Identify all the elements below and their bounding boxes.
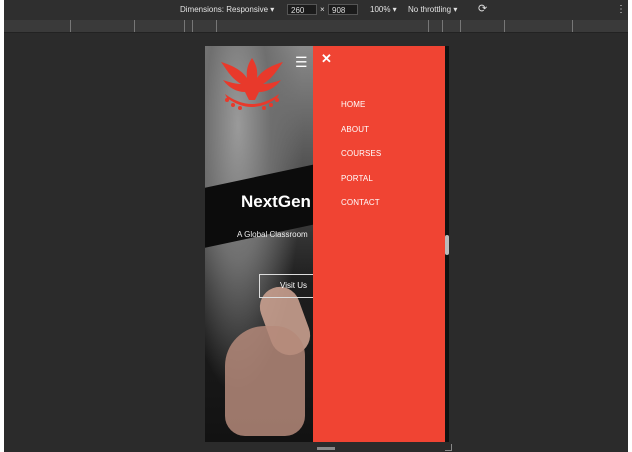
ruler-tick [460, 20, 461, 32]
bottom-resize-handle[interactable] [317, 447, 335, 450]
phoenix-logo-icon[interactable] [215, 50, 289, 114]
device-toolbar: Dimensions: Responsive ▾ 260 × 908 100% … [4, 0, 628, 20]
ruler-tick [428, 20, 429, 32]
ruler-tick [216, 20, 217, 32]
nav-list: HOME ABOUT COURSES PORTAL CONTACT [341, 100, 381, 223]
throttling-dropdown[interactable]: No throttling ▾ [408, 5, 457, 14]
ruler-tick [70, 20, 71, 32]
hero-section: ☰ NextGen A Global Classroom Visit Us [205, 46, 329, 442]
width-input[interactable]: 260 [287, 4, 317, 15]
zoom-dropdown[interactable]: 100% ▾ [370, 5, 397, 14]
side-resize-handle[interactable] [445, 235, 449, 255]
dimensions-dropdown[interactable]: Dimensions: Responsive ▾ [180, 5, 274, 14]
device-viewport: ☰ NextGen A Global Classroom Visit Us ✕ … [205, 46, 449, 442]
hero-title: NextGen [241, 192, 311, 211]
ruler-tick [134, 20, 135, 32]
more-options-icon[interactable]: ⋮ [616, 4, 626, 16]
rotate-icon[interactable]: ⟳ [478, 3, 490, 15]
ruler-tick [184, 20, 185, 32]
nav-item-courses[interactable]: COURSES [341, 149, 381, 174]
ruler-tick [442, 20, 443, 32]
ruler-tick [504, 20, 505, 32]
height-input[interactable]: 908 [328, 4, 358, 15]
ruler-tick [192, 20, 193, 32]
nav-item-portal[interactable]: PORTAL [341, 174, 381, 199]
nav-item-contact[interactable]: CONTACT [341, 198, 381, 223]
hamburger-menu-icon[interactable]: ☰ [295, 55, 309, 69]
hero-subtitle: A Global Classroom [237, 230, 308, 239]
mobile-nav-drawer: ✕ HOME ABOUT COURSES PORTAL CONTACT [313, 46, 445, 442]
nav-item-about[interactable]: ABOUT [341, 125, 381, 150]
corner-resize-handle[interactable] [445, 444, 452, 451]
hero-background-image [225, 326, 305, 436]
nav-item-home[interactable]: HOME [341, 100, 381, 125]
ruler-tick [572, 20, 573, 32]
close-icon[interactable]: ✕ [321, 52, 333, 66]
media-query-ruler [4, 20, 628, 33]
devtools-device-emulator: Dimensions: Responsive ▾ 260 × 908 100% … [4, 0, 628, 452]
times-separator: × [320, 5, 325, 14]
